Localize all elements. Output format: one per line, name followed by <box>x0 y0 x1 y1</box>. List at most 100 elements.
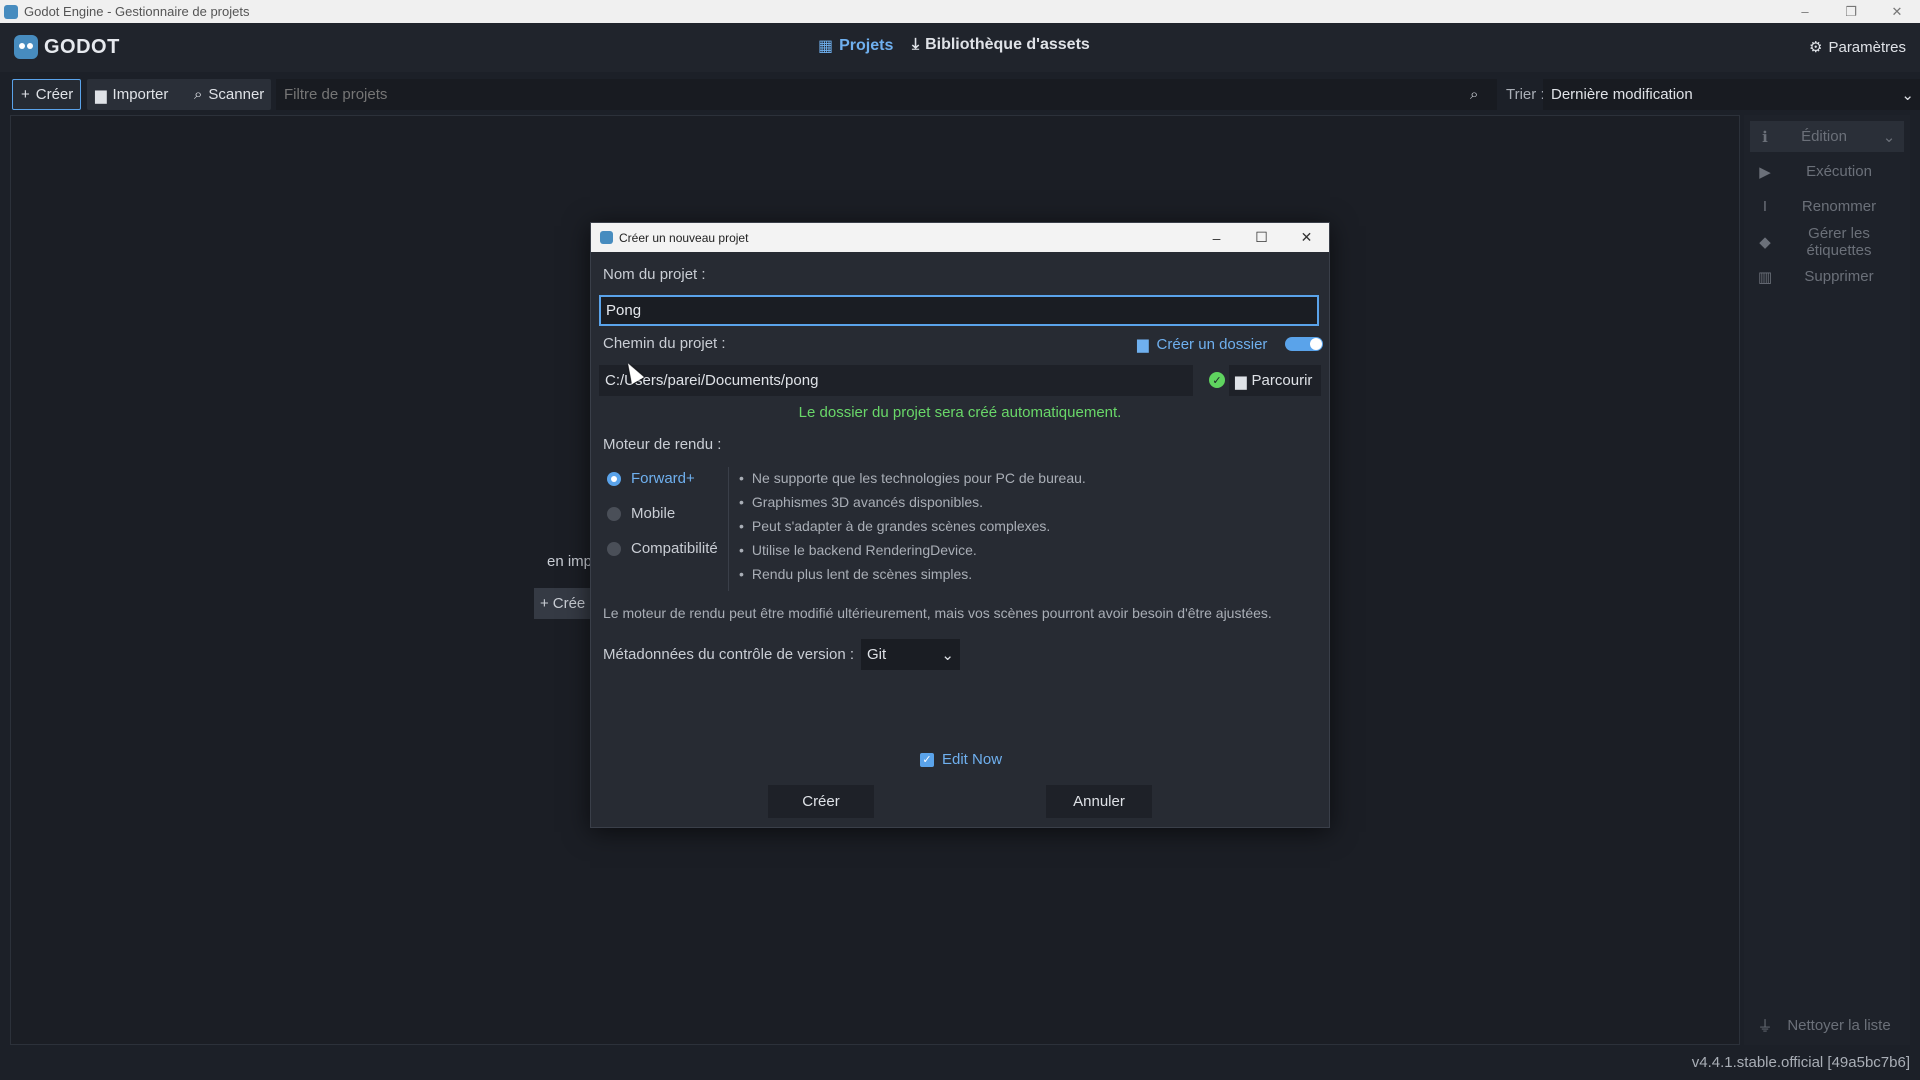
trash-icon: ▥ <box>1757 268 1773 286</box>
minimize-button[interactable]: – <box>1782 0 1828 23</box>
create-project-button[interactable]: + Créer <box>12 79 81 110</box>
logo-text: GODOT <box>44 35 120 58</box>
create-project-label: Créer <box>35 86 74 103</box>
search-icon: ⌕ <box>1470 86 1479 103</box>
folder-add-icon: ▆ <box>1137 336 1149 353</box>
create-project-dialog: Créer un nouveau projet – ☐ ✕ Nom du pro… <box>590 222 1330 828</box>
cancel-button[interactable]: Annuler <box>1046 785 1152 818</box>
create-folder-toggle[interactable]: ▆ Créer un dossier <box>1137 335 1324 353</box>
download-icon: ⤓ <box>912 36 920 53</box>
sort-select[interactable]: Dernière modification ⌄ <box>1543 79 1920 110</box>
edit-project-label: Édition <box>1801 128 1847 145</box>
plus-icon: + <box>540 595 549 612</box>
renderer-label: Moteur de rendu : <box>603 436 722 453</box>
renderer-option-mobile[interactable]: Mobile <box>607 505 675 522</box>
godot-logo: GODOT <box>14 35 120 59</box>
play-icon: ▶ <box>1759 163 1771 181</box>
rename-project-label: Renommer <box>1801 198 1877 215</box>
tab-asset-library[interactable]: ⤓ Bibliothèque d'assets <box>912 36 1090 54</box>
path-status-message: Le dossier du projet sera créé automatiq… <box>798 404 1122 421</box>
clean-list-label: Nettoyer la liste <box>1787 1017 1891 1034</box>
renderer-feature: Ne supporte que les technologies pour PC… <box>739 470 1086 486</box>
empty-list-text: en imp <box>547 553 593 570</box>
edit-project-button[interactable]: ℹ Édition <box>1750 121 1874 152</box>
godot-app-icon <box>600 231 613 244</box>
tab-projects[interactable]: ▦ Projets <box>818 36 893 56</box>
chevron-down-icon: ⌄ <box>1901 87 1914 104</box>
tag-icon: ◆ <box>1759 233 1771 251</box>
run-project-button[interactable]: ▶ Exécution <box>1750 156 1904 187</box>
renderer-option-compatibility[interactable]: Compatibilité <box>607 540 718 557</box>
plus-icon: + <box>21 86 30 103</box>
renderer-option-forward-plus[interactable]: Forward+ <box>607 470 695 487</box>
project-actions-panel: ℹ Édition ⌄ ▶ Exécution I Renommer ◆ Gér… <box>1744 115 1910 1045</box>
dialog-maximize-button[interactable]: ☐ <box>1239 223 1284 252</box>
godot-logo-icon <box>14 35 38 59</box>
sliders-icon: ⚙ <box>1809 39 1823 56</box>
renderer-option-label: Mobile <box>631 505 676 522</box>
renderer-option-label: Forward+ <box>631 470 695 487</box>
list-icon: ▦ <box>818 38 834 55</box>
vcs-label: Métadonnées du contrôle de version : <box>603 646 854 663</box>
sort-value: Dernière modification <box>1551 86 1693 103</box>
delete-project-button[interactable]: ▥ Supprimer <box>1750 261 1904 292</box>
projects-toolbar: + Créer ▆ Importer ⌕ Scanner ⌕ Trier : D… <box>10 79 1920 110</box>
settings-label: Paramètres <box>1828 38 1906 56</box>
vcs-value: Git <box>867 646 887 663</box>
scan-projects-button[interactable]: ⌕ Scanner <box>186 79 271 110</box>
rename-project-button[interactable]: I Renommer <box>1750 191 1904 222</box>
create-folder-label: Créer un dossier <box>1156 335 1268 353</box>
vcs-select[interactable]: Git ⌄ <box>861 639 960 670</box>
folder-icon: ▆ <box>1235 372 1247 390</box>
import-project-label: Importer <box>112 86 169 103</box>
godot-app-icon <box>4 4 18 19</box>
clean-list-button[interactable]: ⏚ Nettoyer la liste <box>1750 1010 1904 1041</box>
empty-list-create-button[interactable]: + Crée <box>534 588 594 619</box>
run-project-label: Exécution <box>1806 163 1872 180</box>
check-circle-icon: ✓ <box>1209 372 1225 388</box>
tab-asset-library-label: Bibliothèque d'assets <box>925 36 1090 53</box>
edit-now-checkbox[interactable]: ✓ Edit Now <box>920 751 1002 768</box>
project-filter-input[interactable] <box>276 79 1497 110</box>
dialog-minimize-button[interactable]: – <box>1194 223 1239 252</box>
folder-icon: ▆ <box>95 86 107 104</box>
rename-icon: I <box>1762 198 1768 215</box>
divider <box>728 467 729 591</box>
main-header: GODOT ▦ Projets ⤓ Bibliothèque d'assets … <box>0 23 1920 72</box>
tab-projects-label: Projets <box>839 37 894 54</box>
renderer-option-label: Compatibilité <box>631 540 718 557</box>
sort-label: Trier : <box>1506 86 1545 103</box>
project-path-label: Chemin du projet : <box>603 335 726 352</box>
import-project-button[interactable]: ▆ Importer <box>87 79 191 110</box>
radio-icon <box>607 541 621 556</box>
manage-tags-label: Gérer les étiquettes <box>1806 224 1872 259</box>
dialog-titlebar: Créer un nouveau projet – ☐ ✕ <box>591 223 1329 252</box>
project-path-input[interactable] <box>599 365 1193 396</box>
edit-dropdown-button[interactable]: ⌄ <box>1874 121 1904 152</box>
close-button[interactable]: ✕ <box>1874 0 1920 23</box>
create-button[interactable]: Créer <box>768 785 874 818</box>
browse-label: Parcourir <box>1251 372 1313 389</box>
broom-icon: ⏚ <box>1757 1018 1773 1035</box>
renderer-feature: Rendu plus lent de scènes simples. <box>739 566 972 582</box>
dialog-close-button[interactable]: ✕ <box>1284 223 1329 252</box>
renderer-feature: Peut s'adapter à de grandes scènes compl… <box>739 518 1050 534</box>
renderer-note: Le moteur de rendu peut être modifié ult… <box>603 605 1272 621</box>
manage-tags-button[interactable]: ◆ Gérer les étiquettes <box>1750 224 1904 259</box>
edit-icon: ℹ <box>1762 128 1768 146</box>
browse-button[interactable]: ▆ Parcourir <box>1229 365 1321 396</box>
project-name-label: Nom du projet : <box>603 266 706 283</box>
chevron-down-icon: ⌄ <box>1882 128 1896 146</box>
chevron-down-icon: ⌄ <box>941 647 954 664</box>
radio-selected-icon <box>607 471 621 486</box>
project-name-input[interactable] <box>599 295 1319 326</box>
dialog-title: Créer un nouveau projet <box>619 230 749 245</box>
checkbox-checked-icon: ✓ <box>920 752 934 767</box>
toggle-switch[interactable] <box>1285 337 1324 351</box>
renderer-feature: Graphismes 3D avancés disponibles. <box>739 494 983 510</box>
version-label: v4.4.1.stable.official [49a5bc7b6] <box>1691 1054 1910 1071</box>
restore-button[interactable]: ❐ <box>1828 0 1874 23</box>
settings-button[interactable]: ⚙ Paramètres <box>1809 38 1906 57</box>
radio-icon <box>607 506 621 521</box>
renderer-feature: Utilise le backend RenderingDevice. <box>739 542 977 558</box>
